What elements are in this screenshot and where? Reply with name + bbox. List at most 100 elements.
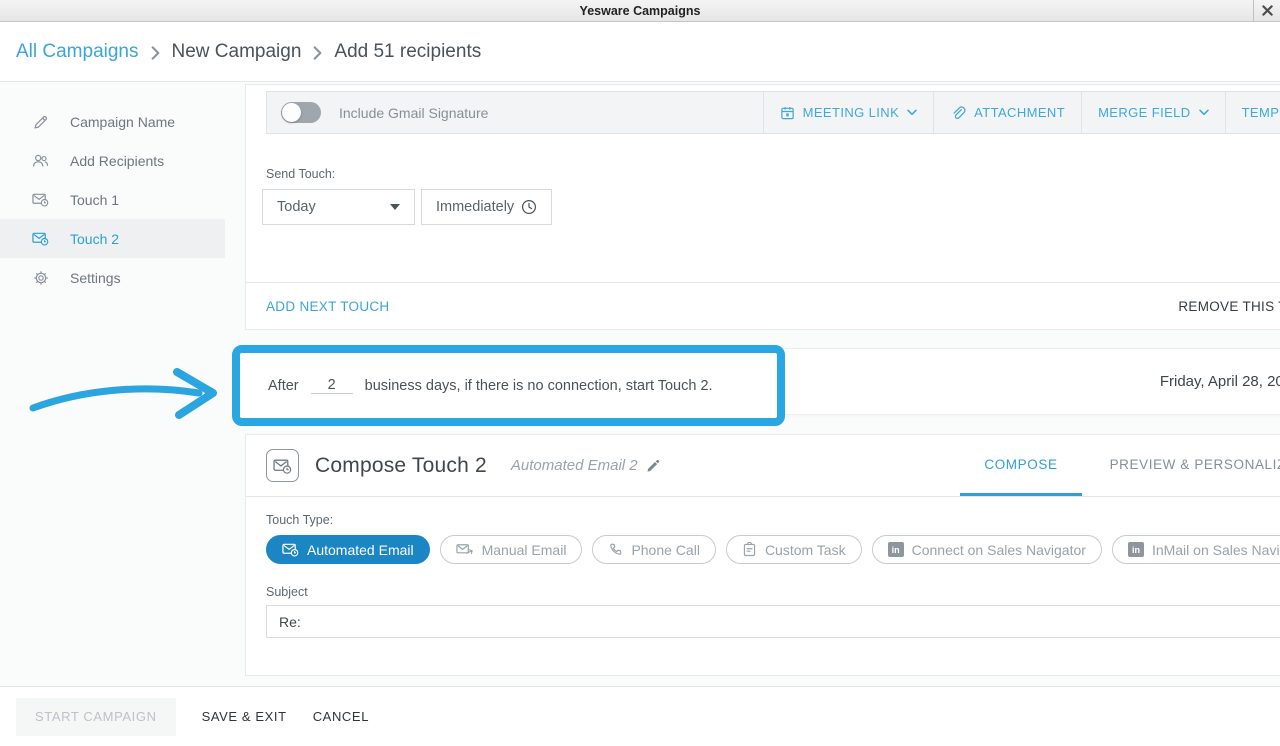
window-title: Yesware Campaigns — [580, 4, 701, 18]
sidebar-item-add-recipients[interactable]: Add Recipients — [0, 141, 225, 180]
touch-type-label-text: Phone Call — [631, 542, 700, 558]
linkedin-icon: in — [888, 542, 904, 557]
touch-type-label-text: InMail on Sales Navigator — [1152, 542, 1280, 558]
touch-type-connect-sales-navigator[interactable]: in Connect on Sales Navigator — [872, 535, 1102, 564]
email-clock-icon — [282, 542, 299, 557]
send-time-value: Immediately — [436, 199, 514, 215]
clock-icon — [521, 199, 537, 215]
send-day-value: Today — [277, 199, 316, 215]
remove-this-touch-button[interactable]: REMOVE THIS TOUCH — [1178, 299, 1280, 314]
compose-title: Compose Touch 2 — [315, 454, 487, 478]
send-touch-controls: Today Immediately — [262, 189, 1280, 225]
touch-editor-main: Include Gmail Signature MEETING LINK AT — [245, 82, 1280, 686]
merge-field-button[interactable]: MERGE FIELD — [1081, 92, 1225, 133]
tab-preview-personalize[interactable]: PREVIEW & PERSONALIZE — [1086, 435, 1280, 496]
attachment-label: ATTACHMENT — [974, 105, 1065, 120]
gear-icon — [32, 270, 49, 286]
phone-icon — [608, 542, 623, 557]
touch-type-automated-email[interactable]: Automated Email — [266, 535, 430, 564]
email-clock-icon — [266, 449, 299, 482]
touch-type-label: Touch Type: — [266, 513, 1280, 527]
touch-type-manual-email[interactable]: Manual Email — [440, 535, 583, 564]
touch-type-phone-call[interactable]: Phone Call — [592, 535, 716, 564]
compose-header: Compose Touch 2 Automated Email 2 COMPOS… — [246, 435, 1280, 497]
delay-suffix-text: business days, if there is no connection… — [365, 378, 713, 394]
window-titlebar: Yesware Campaigns — [0, 0, 1280, 22]
sidebar-item-label: Touch 2 — [70, 231, 119, 247]
breadcrumb-new-campaign: New Campaign — [172, 41, 302, 63]
touch-type-custom-task[interactable]: Custom Task — [726, 535, 862, 564]
linkedin-icon: in — [1128, 542, 1144, 557]
touch-name-text: Automated Email 2 — [511, 457, 638, 474]
email-send-icon — [456, 542, 474, 557]
tab-compose[interactable]: COMPOSE — [960, 435, 1081, 496]
touch-type-options: Automated Email Manual Email Phone Call — [266, 535, 1280, 564]
gmail-signature-toggle[interactable] — [281, 102, 321, 123]
touch-type-label-text: Manual Email — [482, 542, 567, 558]
task-icon — [742, 542, 757, 557]
sidebar-item-label: Settings — [70, 270, 121, 286]
touch-actions-row: ADD NEXT TOUCH REMOVE THIS TOUCH — [246, 282, 1280, 329]
content-area: Campaign Name Add Recipients Touch 1 Tou… — [0, 82, 1280, 686]
sidebar-item-campaign-name[interactable]: Campaign Name — [0, 102, 225, 141]
template-label: TEMPLATE — [1242, 105, 1280, 120]
breadcrumb-add-recipients: Add 51 recipients — [334, 41, 481, 63]
merge-field-label: MERGE FIELD — [1098, 105, 1191, 120]
attachment-button[interactable]: ATTACHMENT — [933, 92, 1081, 133]
save-and-exit-button[interactable]: SAVE & EXIT — [202, 709, 287, 724]
touch-delay-section: Friday, April 28, 2023 i After business … — [245, 348, 1280, 415]
people-icon — [32, 153, 49, 169]
email-clock-icon — [32, 231, 49, 246]
edit-pencil-icon[interactable] — [646, 459, 660, 473]
touch-type-inmail-sales-navigator[interactable]: in InMail on Sales Navigator — [1112, 535, 1280, 564]
footer-action-bar: START CAMPAIGN SAVE & EXIT CANCEL — [0, 686, 1280, 746]
sidebar-item-touch-1[interactable]: Touch 1 — [0, 180, 225, 219]
touch-type-label-text: Custom Task — [765, 542, 846, 558]
toggle-knob-icon — [282, 103, 301, 122]
scheduled-date-text: Friday, April 28, 2023 — [1160, 373, 1280, 390]
compose-body: Touch Type: Automated Email Manual Email — [246, 497, 1280, 638]
attachment-icon — [950, 105, 966, 121]
subject-input[interactable] — [266, 605, 1280, 638]
tab-preview-label: PREVIEW & PERSONALIZE — [1110, 457, 1280, 472]
annotation-arrow-icon — [27, 360, 232, 422]
chevron-right-icon — [151, 46, 160, 60]
delay-prefix-text: After — [268, 378, 299, 394]
sidebar-item-touch-2[interactable]: Touch 2 — [0, 219, 225, 258]
touch-name-group: Automated Email 2 — [511, 457, 660, 474]
send-day-select[interactable]: Today — [262, 189, 415, 225]
template-button[interactable]: TEMPLATE — [1225, 92, 1280, 133]
chevron-right-icon — [313, 46, 322, 60]
subject-label: Subject — [266, 585, 1280, 599]
pencil-icon — [32, 114, 49, 130]
sidebar-item-label: Touch 1 — [70, 192, 119, 208]
breadcrumb: All Campaigns New Campaign Add 51 recipi… — [0, 22, 1280, 82]
cancel-button[interactable]: CANCEL — [313, 709, 369, 724]
meeting-link-label: MEETING LINK — [803, 105, 900, 120]
compose-tabs: COMPOSE PREVIEW & PERSONALIZE — [960, 435, 1280, 496]
sidebar-item-settings[interactable]: Settings — [0, 258, 225, 297]
delay-highlight-box: After business days, if there is no conn… — [232, 345, 785, 426]
touch-2-schedule-card: Include Gmail Signature MEETING LINK AT — [245, 84, 1280, 330]
chevron-down-icon — [907, 109, 917, 116]
touch-type-label-text: Connect on Sales Navigator — [912, 542, 1086, 558]
chevron-down-icon — [1199, 109, 1209, 116]
meeting-link-button[interactable]: MEETING LINK — [763, 92, 934, 133]
breadcrumb-all-campaigns[interactable]: All Campaigns — [16, 41, 139, 63]
sidebar-item-label: Campaign Name — [70, 114, 175, 130]
delay-days-input[interactable] — [311, 377, 353, 394]
tab-compose-label: COMPOSE — [984, 457, 1057, 472]
close-icon — [1262, 5, 1273, 16]
send-touch-label: Send Touch: — [266, 167, 1280, 181]
editor-toolbar: Include Gmail Signature MEETING LINK AT — [266, 91, 1280, 134]
gmail-signature-label: Include Gmail Signature — [339, 105, 488, 121]
sidebar-item-label: Add Recipients — [70, 153, 164, 169]
touch-type-label-text: Automated Email — [307, 542, 414, 558]
triangle-down-icon — [390, 204, 400, 210]
send-time-select[interactable]: Immediately — [421, 189, 552, 225]
compose-title-group: Compose Touch 2 Automated Email 2 — [266, 435, 660, 496]
start-campaign-button[interactable]: START CAMPAIGN — [16, 698, 176, 736]
add-next-touch-button[interactable]: ADD NEXT TOUCH — [266, 299, 389, 314]
close-button[interactable] — [1253, 0, 1280, 21]
calendar-icon — [780, 105, 795, 121]
